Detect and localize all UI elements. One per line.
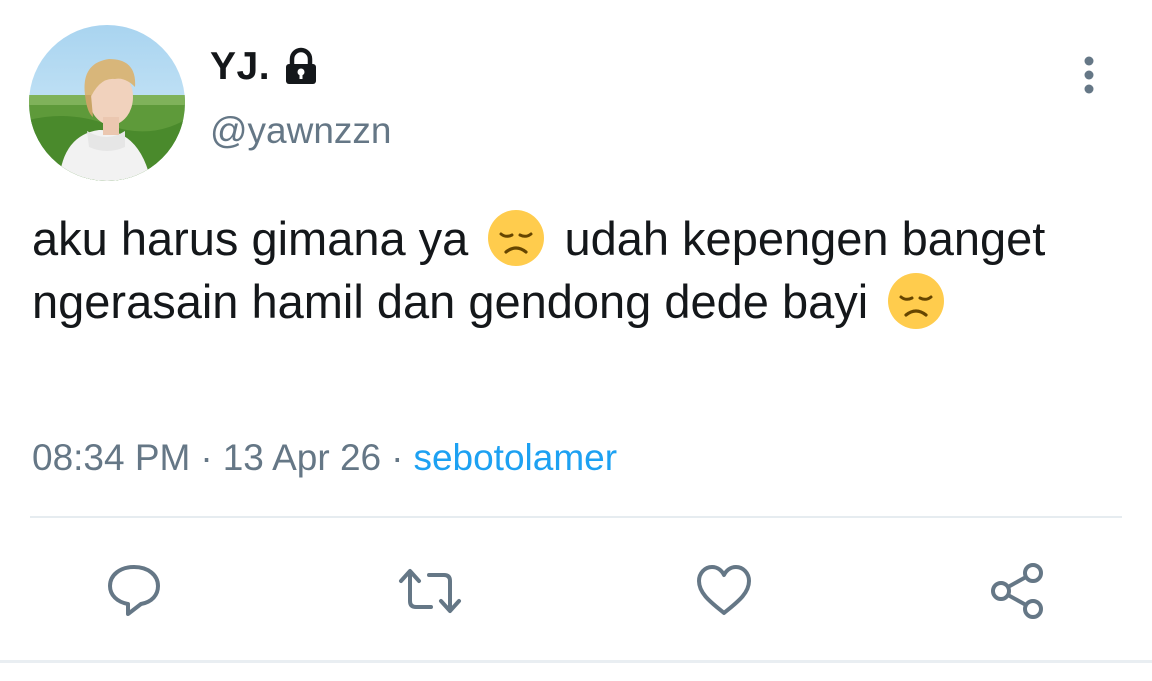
tweet-meta: 08:34 PM · 13 Apr 26 · sebotolamer	[32, 437, 617, 479]
disappointed-face-emoji-icon-2	[887, 272, 945, 330]
disappointed-face-emoji-icon	[487, 209, 545, 267]
avatar-image	[29, 25, 185, 181]
divider	[30, 516, 1122, 518]
lock-icon	[280, 46, 322, 88]
share-button[interactable]	[988, 561, 1048, 621]
tweet-source[interactable]: sebotolamer	[413, 437, 617, 478]
avatar[interactable]	[29, 25, 185, 181]
retweet-button[interactable]	[397, 561, 461, 621]
like-button[interactable]	[694, 561, 754, 621]
display-name[interactable]: YJ.	[210, 45, 270, 89]
reply-button[interactable]	[104, 561, 164, 621]
user-name-row: YJ.	[210, 44, 322, 90]
heart-icon	[697, 565, 751, 615]
bottom-divider	[0, 660, 1152, 663]
retweet-icon	[399, 569, 461, 613]
tweet-text: aku harus gimana ya udah kepengen banget…	[32, 207, 1122, 333]
tweet-time[interactable]: 08:34 PM	[32, 437, 190, 478]
comment-icon	[108, 565, 160, 616]
share-icon	[991, 563, 1043, 619]
meta-separator: ·	[200, 437, 213, 478]
tweet-text-part1: aku harus gimana ya	[32, 212, 469, 265]
more-options-icon[interactable]	[1072, 56, 1106, 96]
user-handle[interactable]: @yawnzzn	[210, 110, 392, 152]
tweet-date[interactable]: 13 Apr 26	[223, 437, 381, 478]
meta-separator-2: ·	[391, 437, 404, 478]
